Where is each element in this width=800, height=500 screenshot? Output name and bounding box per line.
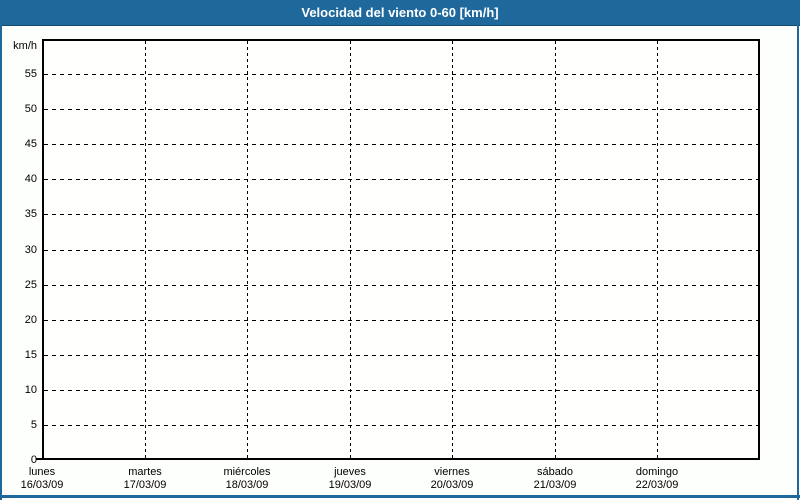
x-tick-label: viernes20/03/09 [404, 466, 500, 492]
x-tick-day: viernes [404, 466, 500, 479]
y-tick-label: 0 [0, 453, 37, 467]
x-tick-date: 16/03/09 [0, 479, 90, 492]
x-tick-date: 21/03/09 [507, 479, 603, 492]
chart-layer: km/h 0 5 10 15 20 25 30 35 40 45 50 55 lunes16/03/09… [0, 0, 800, 500]
x-tick-label: miércoles18/03/09 [199, 466, 295, 492]
y-tick-label: 35 [0, 207, 37, 221]
horizontal-gridline [44, 320, 758, 321]
x-tick-date: 20/03/09 [404, 479, 500, 492]
y-tick-label: 30 [0, 243, 37, 257]
y-tick-label: 50 [0, 102, 37, 116]
horizontal-gridline [44, 250, 758, 251]
chart-window: Velocidad del viento 0-60 [km/h] km/h 05… [0, 0, 800, 500]
frame-border-left [0, 0, 2, 500]
y-tick-label: 45 [0, 137, 37, 151]
y-tick-label: 15 [0, 348, 37, 362]
frame-border-right [797, 0, 799, 500]
y-axis-unit-label: km/h [0, 39, 37, 53]
x-tick-label: martes17/03/09 [97, 466, 193, 492]
x-tick-day: martes [97, 466, 193, 479]
horizontal-gridline [44, 74, 758, 75]
y-tick-label: 25 [0, 278, 37, 292]
x-tick-day: jueves [302, 466, 398, 479]
horizontal-gridline [44, 425, 758, 426]
y-tick-label: 20 [0, 313, 37, 327]
horizontal-gridline [44, 355, 758, 356]
x-tick-date: 22/03/09 [609, 479, 705, 492]
x-tick-day: lunes [0, 466, 90, 479]
x-tick-label: sábado21/03/09 [507, 466, 603, 492]
horizontal-gridline [44, 390, 758, 391]
horizontal-gridline [44, 179, 758, 180]
frame-border-bottom [0, 495, 800, 498]
vertical-gridline [145, 41, 146, 458]
x-tick-day: domingo [609, 466, 705, 479]
y-tick-label: 55 [0, 67, 37, 81]
horizontal-gridline [44, 144, 758, 145]
horizontal-gridline [44, 214, 758, 215]
y-tick-label: 40 [0, 172, 37, 186]
x-tick-day: sábado [507, 466, 603, 479]
vertical-gridline [555, 41, 556, 458]
x-tick-label: lunes16/03/09 [0, 466, 90, 492]
x-tick-day: miércoles [199, 466, 295, 479]
x-tick-date: 18/03/09 [199, 479, 295, 492]
horizontal-gridline [44, 109, 758, 110]
x-tick-label: jueves19/03/09 [302, 466, 398, 492]
vertical-gridline [247, 41, 248, 458]
x-tick-date: 17/03/09 [97, 479, 193, 492]
vertical-gridline [452, 41, 453, 458]
y-tick-label: 5 [0, 418, 37, 432]
vertical-gridline [350, 41, 351, 458]
y-tick-label: 10 [0, 383, 37, 397]
x-tick-label: domingo22/03/09 [609, 466, 705, 492]
horizontal-gridline [44, 285, 758, 286]
x-tick-date: 19/03/09 [302, 479, 398, 492]
vertical-gridline [657, 41, 658, 458]
